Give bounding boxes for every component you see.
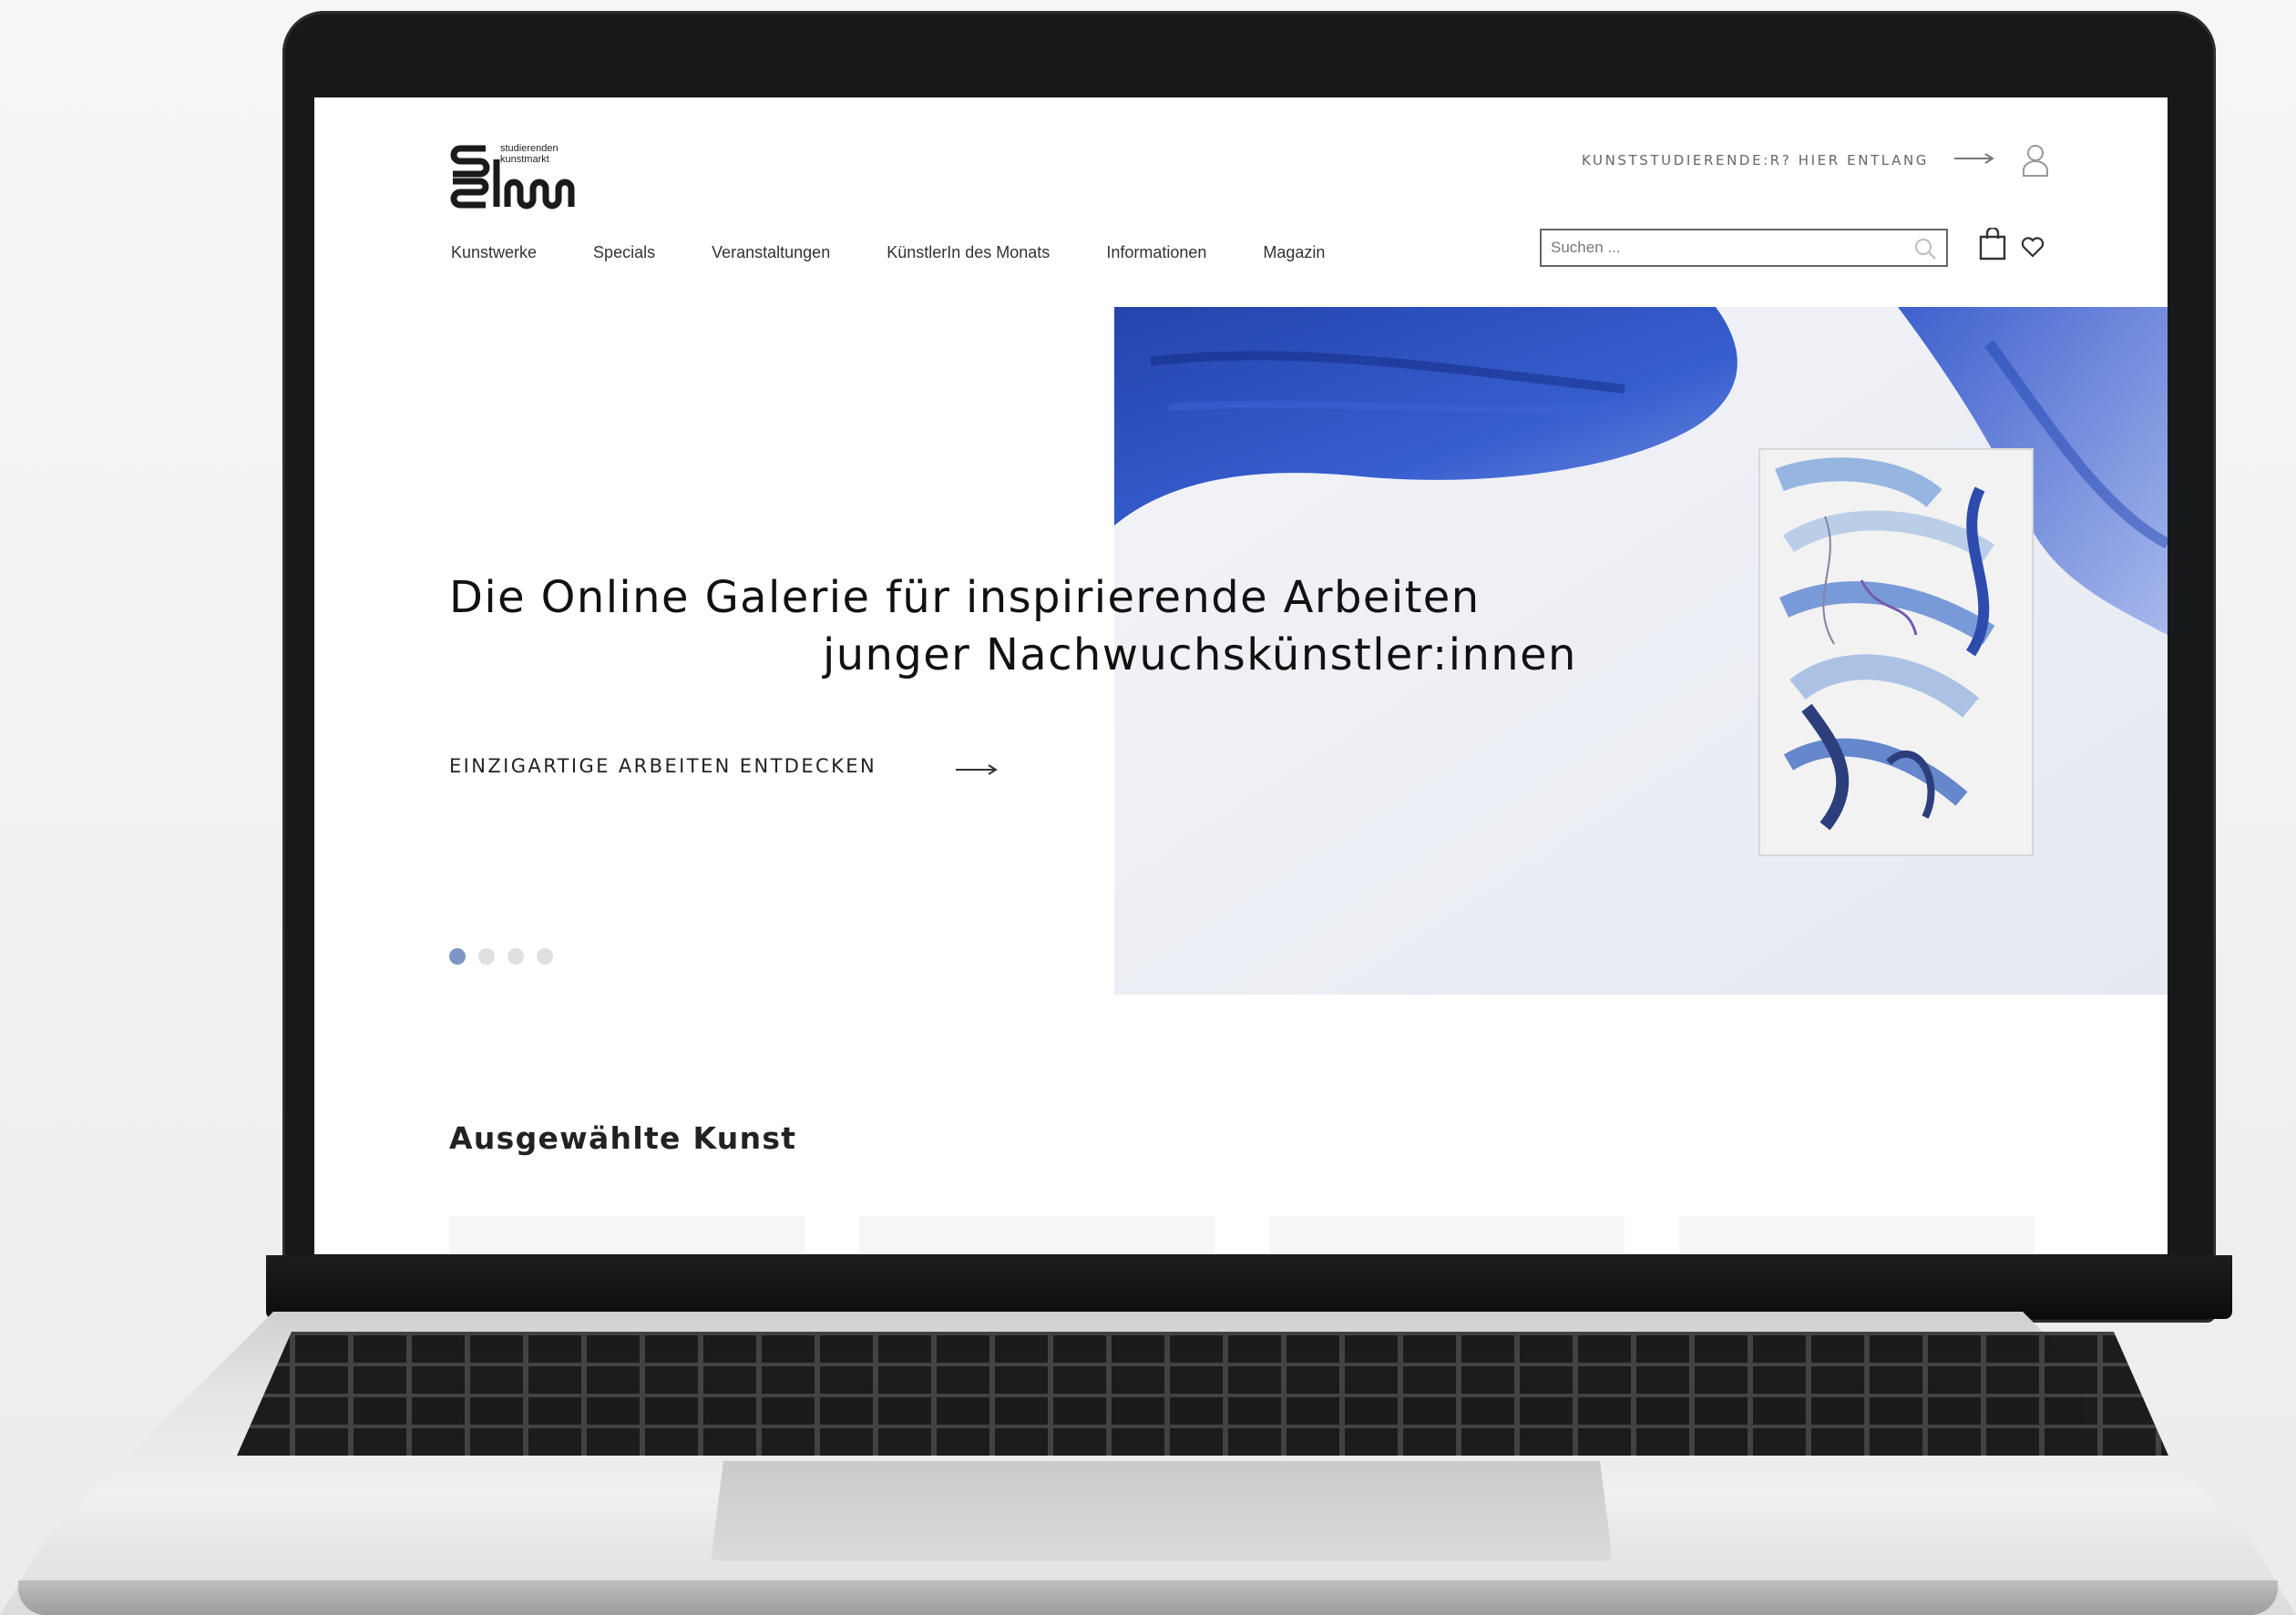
art-card[interactable] <box>1269 1216 1625 1254</box>
arrow-right-icon[interactable] <box>1954 152 1994 165</box>
heart-icon[interactable] <box>2021 236 2045 258</box>
logo-wordmark: studierenden kunstmarkt <box>500 143 559 165</box>
slider-dot-1[interactable] <box>449 948 466 965</box>
logo-line-1: studierenden <box>500 143 559 154</box>
art-card[interactable] <box>859 1216 1215 1254</box>
discover-artworks-link[interactable]: EINZIGARTIGE ARBEITEN ENTDECKEN <box>449 755 876 777</box>
logo-line-2: kunstmarkt <box>500 154 549 165</box>
slider-dot-3[interactable] <box>507 948 524 965</box>
nav-item-specials[interactable]: Specials <box>593 243 655 262</box>
arrow-right-icon[interactable] <box>956 763 998 776</box>
slider-dot-4[interactable] <box>537 948 553 965</box>
main-navigation: Kunstwerke Specials Veranstaltungen Küns… <box>451 243 1381 262</box>
search-input[interactable] <box>1551 230 1897 265</box>
laptop-bezel-bottom <box>266 1255 2232 1319</box>
laptop-base-edge <box>18 1580 2278 1615</box>
nav-item-informationen[interactable]: Informationen <box>1106 243 1206 262</box>
user-icon[interactable] <box>2022 143 2049 178</box>
search-box <box>1540 229 1948 267</box>
hero-title-line-2: junger Nachwuchskünstler:innen <box>823 629 1577 680</box>
art-card[interactable] <box>449 1216 805 1254</box>
nav-item-kunstwerke[interactable]: Kunstwerke <box>451 243 537 262</box>
site-logo[interactable]: studierenden kunstmarkt <box>449 143 577 210</box>
search-icon[interactable] <box>1913 237 1937 261</box>
nav-item-veranstaltungen[interactable]: Veranstaltungen <box>712 243 830 262</box>
slider-dot-2[interactable] <box>478 948 495 965</box>
featured-art-heading: Ausgewählte Kunst <box>449 1120 797 1156</box>
featured-art-grid <box>449 1216 2089 1254</box>
laptop-trackpad <box>711 1461 1613 1561</box>
slider-pagination <box>449 948 566 965</box>
website-screen: studierenden kunstmarkt KUNSTSTUDIERENDE… <box>314 97 2168 1254</box>
nav-item-magazin[interactable]: Magazin <box>1263 243 1325 262</box>
hero-title: Die Online Galerie für inspirierende Arb… <box>449 569 1725 684</box>
nav-item-kuenstlerin-des-monats[interactable]: KünstlerIn des Monats <box>887 243 1050 262</box>
shopping-bag-icon[interactable] <box>1979 228 2006 261</box>
hero-title-line-1: Die Online Galerie für inspirierende Arb… <box>449 572 1481 623</box>
artist-signup-link[interactable]: KUNSTSTUDIERENDE:R? HIER ENTLANG <box>1582 152 1929 169</box>
art-card[interactable] <box>1679 1216 2035 1254</box>
laptop-keyboard <box>237 1332 2168 1456</box>
